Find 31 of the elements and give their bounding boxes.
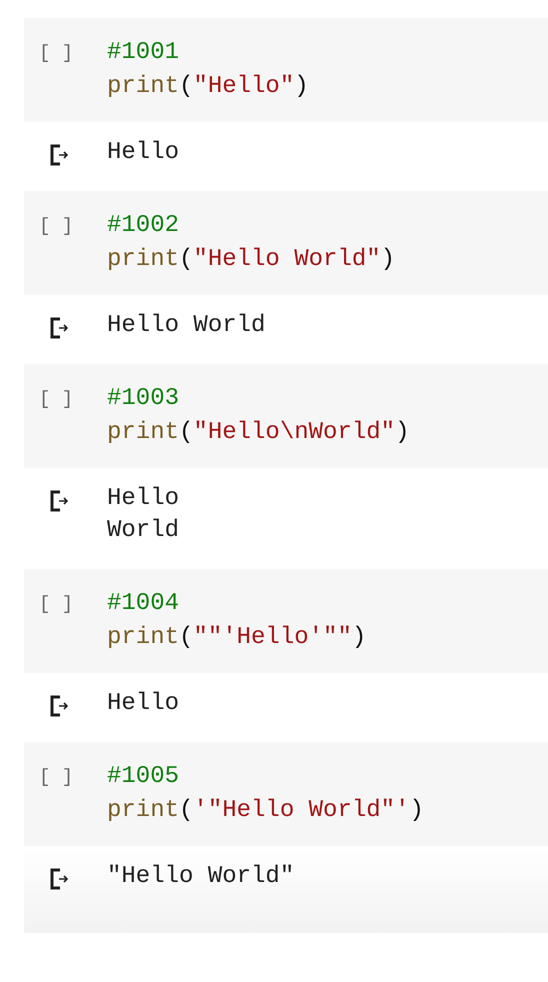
code-cell[interactable]: [ ] #1002 print("Hello World") xyxy=(24,191,548,295)
run-button[interactable]: [ ] xyxy=(39,587,107,621)
output-text: Hello xyxy=(107,689,180,719)
code-comment: #1005 xyxy=(107,762,180,792)
code-line: print('"Hello World"') xyxy=(107,796,424,826)
output-icon xyxy=(49,317,69,339)
code-comment: #1003 xyxy=(107,384,180,414)
code-comment: #1002 xyxy=(107,211,180,241)
output-text: Hello World xyxy=(107,311,266,341)
code-comment: #1001 xyxy=(107,38,180,68)
output-icon xyxy=(49,490,69,512)
code-cell[interactable]: [ ] #1003 print("Hello\nWorld") xyxy=(24,364,548,468)
code-cell[interactable]: [ ] #1004 print(""'Hello'"") xyxy=(24,569,548,673)
output-text: World xyxy=(107,516,180,546)
run-button[interactable]: [ ] xyxy=(39,382,107,416)
code-cell[interactable]: [ ] #1005 print('"Hello World"') xyxy=(24,742,548,846)
output-text: Hello xyxy=(107,484,180,514)
run-button[interactable]: [ ] xyxy=(39,209,107,243)
output-text: Hello xyxy=(107,138,180,168)
output-icon xyxy=(49,695,69,717)
code-line: print(""'Hello'"") xyxy=(107,623,366,653)
code-comment: #1004 xyxy=(107,589,180,619)
code-cell[interactable]: [ ] #1001 print("Hello") xyxy=(24,18,548,122)
run-button[interactable]: [ ] xyxy=(39,760,107,794)
code-line: print("Hello\nWorld") xyxy=(107,418,410,448)
output-icon xyxy=(49,868,69,890)
output-text: "Hello World" xyxy=(107,862,294,892)
output-icon xyxy=(49,144,69,166)
code-line: print("Hello") xyxy=(107,72,309,102)
code-line: print("Hello World") xyxy=(107,245,396,275)
run-button[interactable]: [ ] xyxy=(39,36,107,70)
